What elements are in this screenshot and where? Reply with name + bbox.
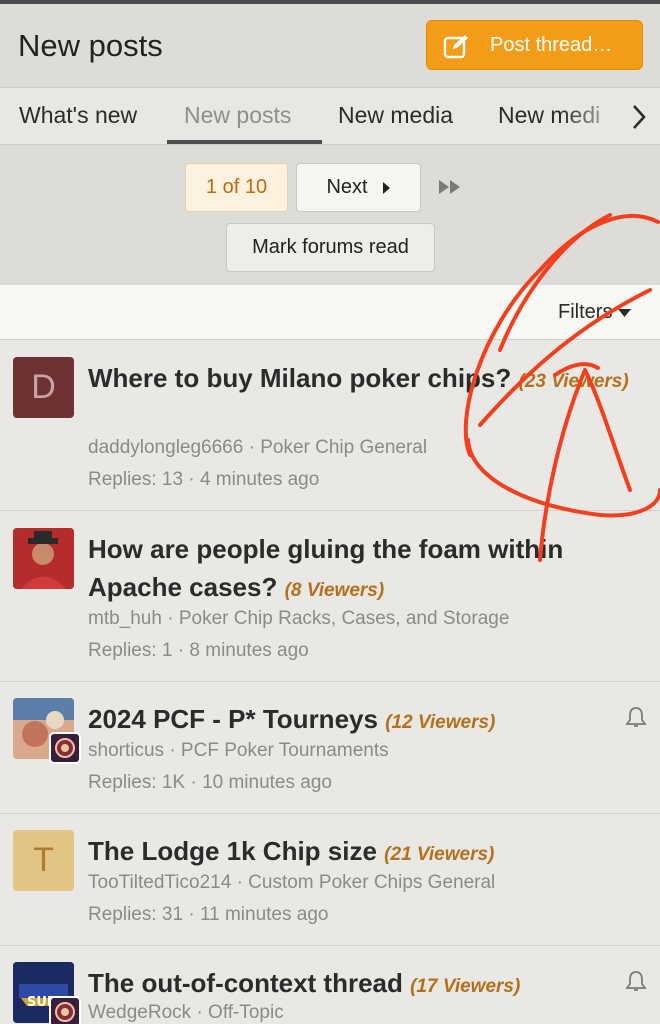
filters-button[interactable]: Filters [558,301,632,324]
separator: · [188,904,195,925]
post-thread-button[interactable]: Post thread… [426,20,643,70]
thread-title-block[interactable]: The out-of-context thread (17 Viewers) [88,964,643,1006]
tab-bar: What's new New posts New media New medi [0,87,660,145]
caret-down-icon [618,308,632,317]
separator: · [196,1002,203,1023]
reply-count: Replies: 1K [88,772,186,793]
last-post-time[interactable]: 11 minutes ago [200,904,329,925]
thread-forum[interactable]: Poker Chip Racks, Cases, and Storage [179,608,510,629]
thread-meta: mtb_huh · Poker Chip Racks, Cases, and S… [88,608,509,630]
post-thread-label: Post thread… [490,34,613,56]
thread-meta: daddylongleg6666 · Poker Chip General [88,437,427,459]
thread-author[interactable]: WedgeRock [88,1002,191,1023]
separator: · [188,469,195,490]
pagination-area: 1 of 10 Next Mark forums read [0,145,660,285]
thread-forum[interactable]: PCF Poker Tournaments [181,740,389,761]
thread-title-block[interactable]: 2024 PCF - P* Tourneys (12 Viewers) [88,700,643,742]
viewer-count: (21 Viewers) [384,844,495,865]
last-page-icon[interactable] [437,177,465,197]
bell-icon[interactable] [624,969,648,993]
next-page-button[interactable]: Next [296,163,421,212]
thread-author[interactable]: shorticus [88,740,164,761]
next-label: Next [326,176,368,198]
mark-forums-read-button[interactable]: Mark forums read [226,223,435,272]
thread-title[interactable]: The out-of-context thread [88,968,403,998]
thread-meta: TooTiltedTico214 · Custom Poker Chips Ge… [88,872,495,894]
thread-forum[interactable]: Off-Topic [208,1002,284,1023]
tab-new-media[interactable]: New media [338,102,453,129]
thread-author[interactable]: mtb_huh [88,608,162,629]
avatar[interactable]: D [13,357,74,418]
thread-author[interactable]: TooTiltedTico214 [88,872,231,893]
thread-title[interactable]: 2024 PCF - P* Tourneys [88,704,378,734]
thread-author[interactable]: daddylongleg6666 [88,437,243,458]
edit-icon [443,35,468,59]
thread-meta: shorticus · PCF Poker Tournaments [88,740,389,762]
thread-title[interactable]: Where to buy Milano poker chips? [88,363,511,393]
separator: · [167,608,174,629]
thread-stats: Replies: 13 · 4 minutes ago [88,469,319,491]
tab-whats-new[interactable]: What's new [19,102,137,129]
thread-item[interactable]: SUPER The out-of-context thread (17 View… [0,947,660,1024]
thread-stats: Replies: 1 · 8 minutes ago [88,640,309,662]
user-badge-icon [49,996,81,1024]
thread-item[interactable]: How are people gluing the foam within Ap… [0,512,660,682]
active-tab-indicator [167,140,322,144]
thread-forum[interactable]: Custom Poker Chips General [248,872,495,893]
last-post-time[interactable]: 10 minutes ago [202,772,332,793]
thread-item[interactable]: T The Lodge 1k Chip size (21 Viewers) To… [0,815,660,946]
thread-stats: Replies: 1K · 10 minutes ago [88,772,332,794]
chevron-right-icon [633,105,646,129]
user-badge-icon [49,732,81,764]
caret-right-icon [382,181,390,194]
thread-title[interactable]: The Lodge 1k Chip size [88,836,377,866]
thread-meta: WedgeRock · Off-Topic [88,1002,284,1024]
viewer-count: (17 Viewers) [410,976,521,997]
separator: · [248,437,255,458]
thread-item[interactable]: 2024 PCF - P* Tourneys (12 Viewers) shor… [0,683,660,814]
viewer-count: (23 Viewers) [518,371,629,392]
thread-stats: Replies: 31 · 11 minutes ago [88,904,328,926]
separator: · [190,772,197,793]
poker-chip-icon [55,738,75,758]
separator: · [236,872,243,893]
tab-scroll-right-button[interactable] [618,88,660,144]
separator: · [169,740,176,761]
page-title: New posts [18,28,163,63]
bell-icon[interactable] [624,705,648,729]
reply-count: Replies: 13 [88,469,184,490]
last-post-time[interactable]: 8 minutes ago [189,640,308,661]
avatar[interactable]: T [13,830,74,891]
avatar[interactable] [13,528,74,589]
filters-bar: Filters [0,285,660,340]
thread-forum[interactable]: Poker Chip General [260,437,427,458]
viewer-count: (12 Viewers) [385,712,496,733]
thread-item[interactable]: D Where to buy Milano poker chips? (23 V… [0,341,660,511]
thread-title-block[interactable]: Where to buy Milano poker chips? (23 Vie… [88,359,643,401]
current-page-indicator[interactable]: 1 of 10 [185,163,288,212]
tab-new-posts[interactable]: New posts [184,102,291,129]
viewer-count: (8 Viewers) [284,580,385,601]
page-header: New posts Post thread… [0,4,660,87]
reply-count: Replies: 1 [88,640,173,661]
last-post-time[interactable]: 4 minutes ago [200,469,319,490]
thread-title-block[interactable]: How are people gluing the foam within Ap… [88,530,643,610]
user-photo-icon [13,528,74,589]
poker-chip-icon [55,1002,75,1022]
filters-label: Filters [558,301,613,323]
reply-count: Replies: 31 [88,904,184,925]
thread-title-block[interactable]: The Lodge 1k Chip size (21 Viewers) [88,832,643,874]
separator: · [177,640,185,661]
